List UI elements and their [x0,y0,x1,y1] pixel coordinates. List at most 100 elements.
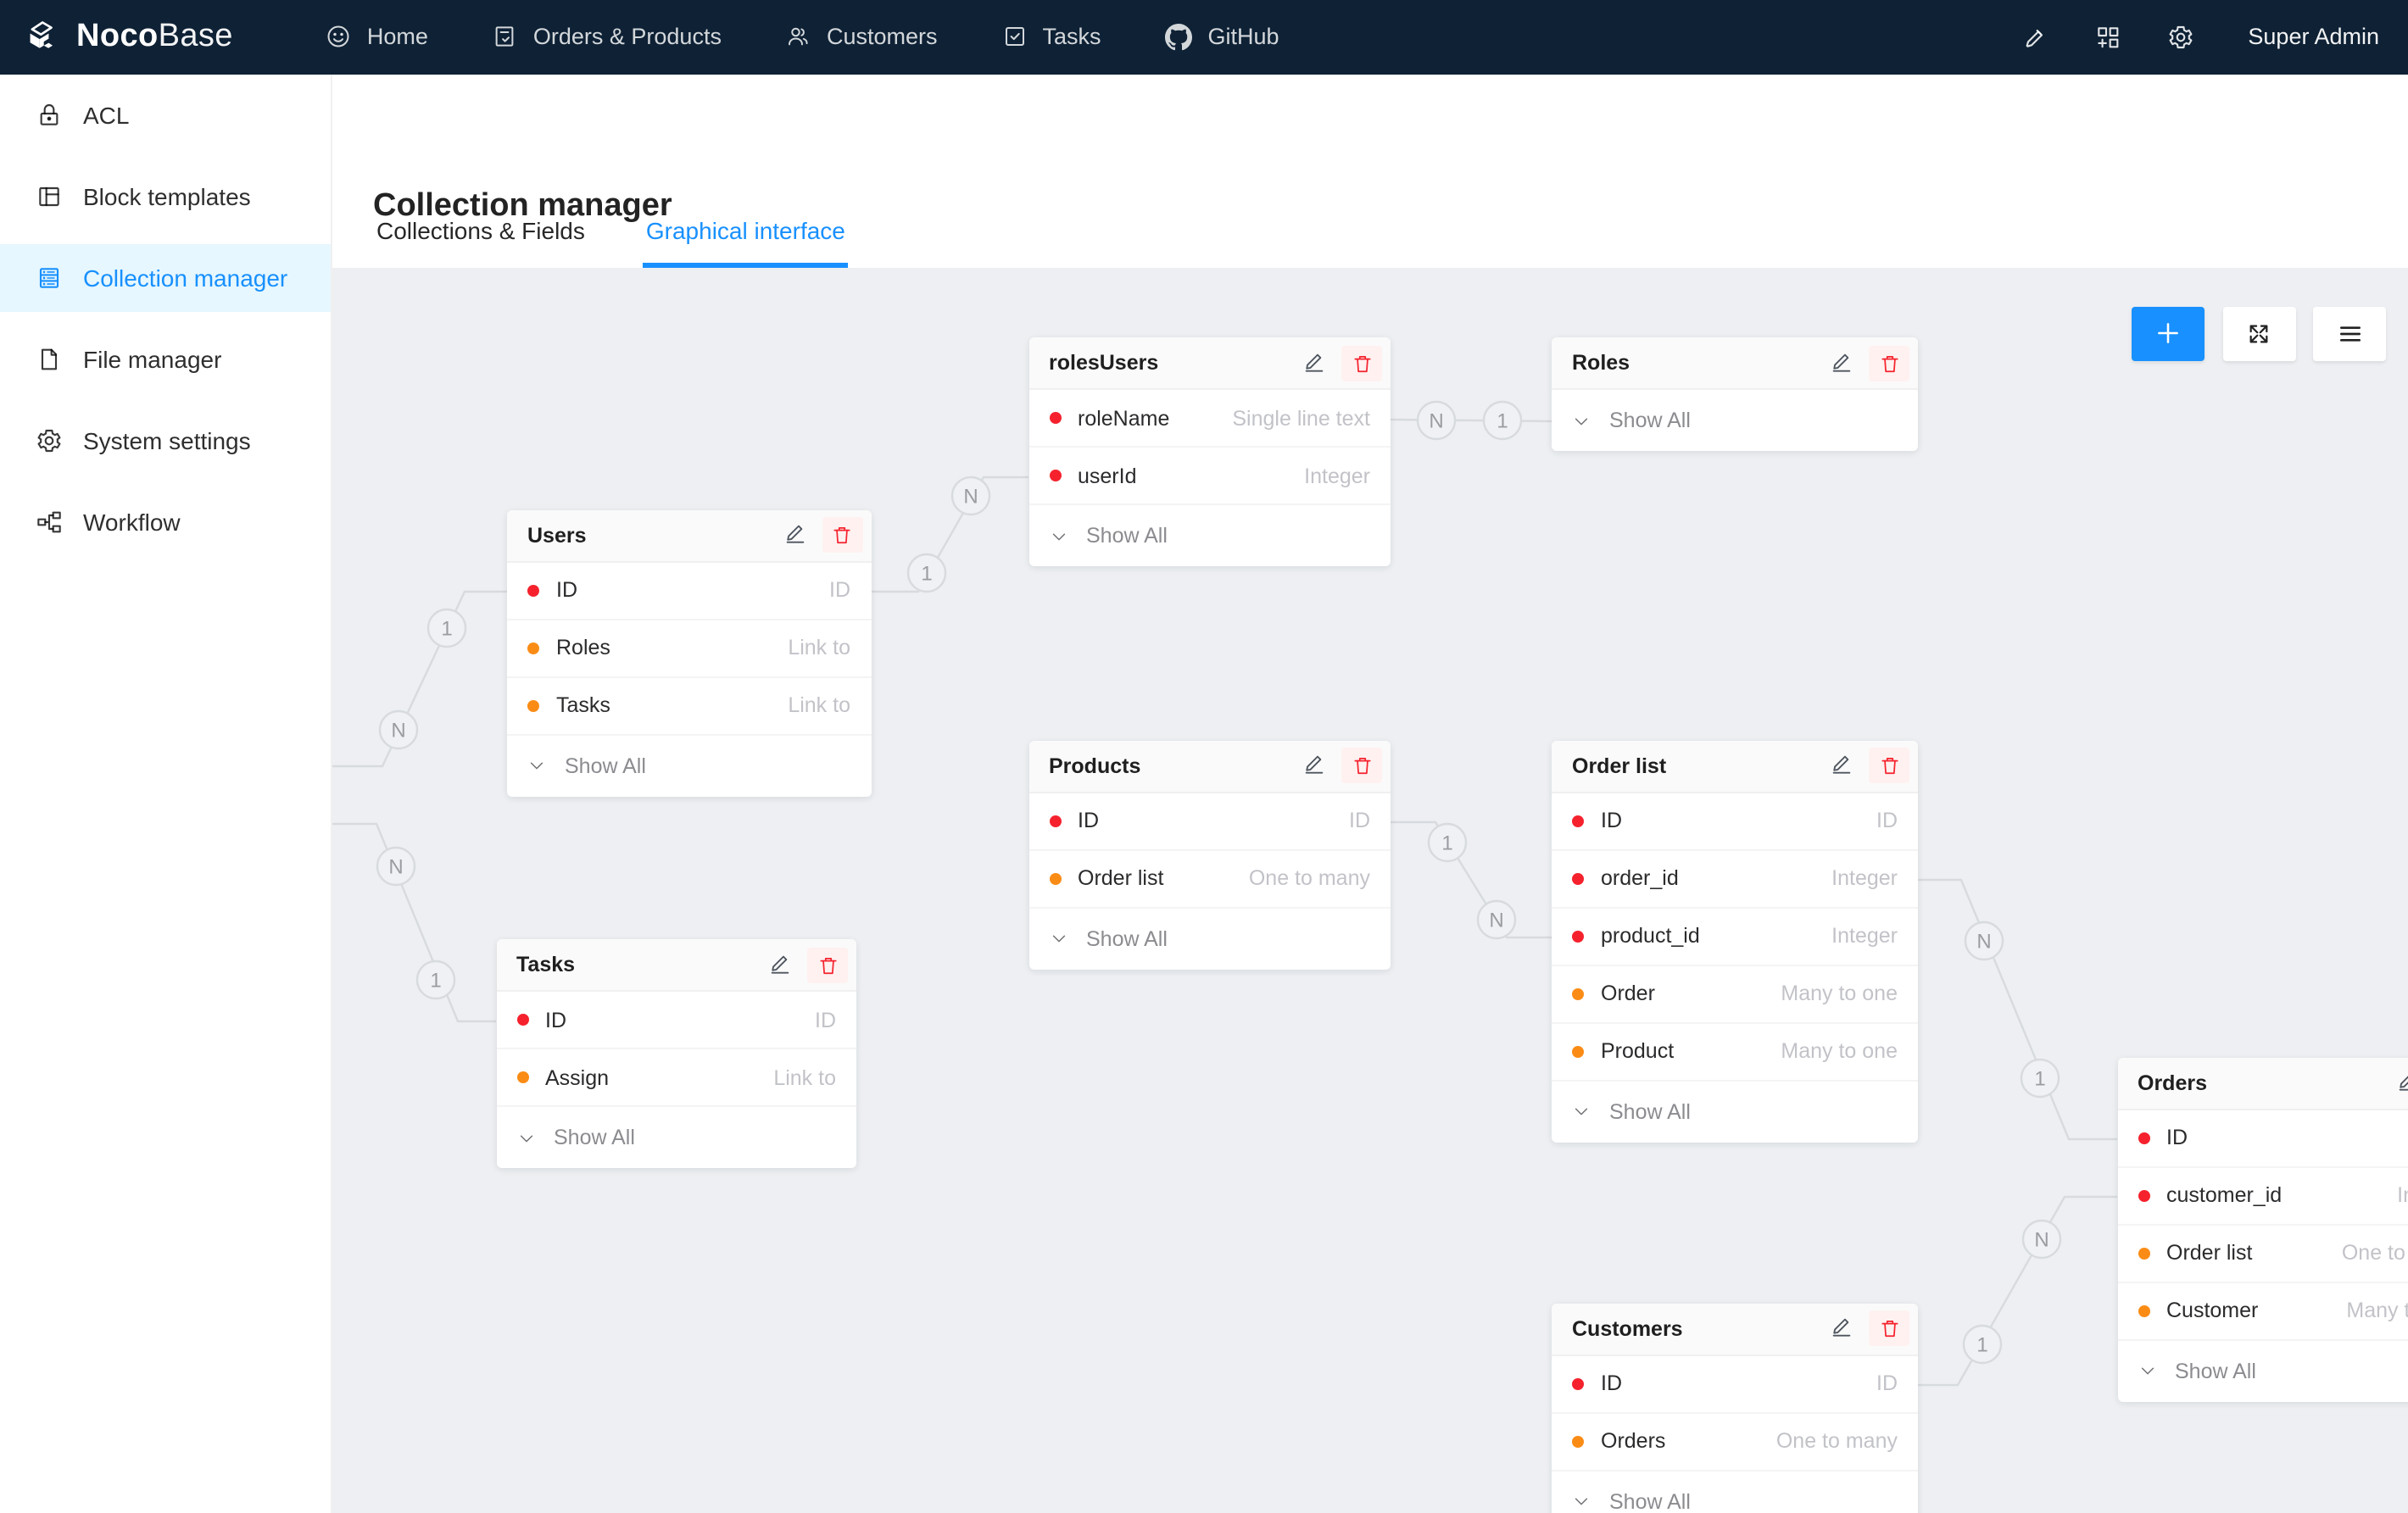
edit-collection-button[interactable] [1830,751,1853,780]
field-row-id[interactable]: IDID [1552,1355,1918,1413]
field-row-id[interactable]: IDID [1028,793,1391,850]
collection-card-orders[interactable]: OrdersIDcustomer_idIntegerOrder listOne … [2117,1057,2408,1401]
show-all-toggle[interactable]: Show All [496,1107,856,1168]
field-row-product-id[interactable]: product_idInteger [1552,908,1918,965]
field-row-orders[interactable]: OrdersOne to many [1552,1413,1918,1471]
show-all-toggle[interactable]: Show All [507,735,871,796]
red-field-dot-icon [1572,872,1584,884]
show-all-toggle[interactable]: Show All [1552,390,1918,451]
cardinality-label: 1 [1497,409,1508,432]
show-all-toggle[interactable]: Show All [1028,505,1391,566]
card-header[interactable]: Products [1028,740,1391,793]
field-row-product[interactable]: ProductMany to one [1552,1023,1918,1081]
nocobase-logo[interactable]: NocoBase [0,18,233,57]
card-header[interactable]: Roles [1552,337,1918,390]
nav-item-label: Tasks [1043,25,1101,50]
collection-card-customers[interactable]: CustomersIDIDOrdersOne to many Show All [1552,1303,1918,1513]
field-row-userid[interactable]: userIdInteger [1028,448,1391,505]
show-all-toggle[interactable]: Show All [1552,1471,1918,1513]
cardinality-label: N [391,719,405,742]
collection-card-rolesusers[interactable]: rolesUsersroleNameSingle line textuserId… [1028,337,1391,566]
card-header[interactable]: Customers [1552,1303,1918,1355]
red-field-dot-icon [1572,930,1584,942]
field-row-id[interactable]: IDID [496,992,856,1049]
edit-icon [768,950,792,974]
nav-item-tasks[interactable]: Tasks [970,0,1134,74]
expand-icon [2247,322,2271,346]
field-row-customer[interactable]: CustomerMany to one [2117,1282,2408,1340]
field-type: ID [1876,809,1898,832]
field-row-tasks[interactable]: TasksLink to [507,677,871,735]
add-block-icon[interactable] [2093,24,2121,51]
field-row-id[interactable]: IDID [1552,793,1918,850]
tab-graphical-interface[interactable]: Graphical interface [643,196,849,267]
field-type: Single line text [1232,406,1370,430]
edit-collection-button[interactable] [2395,1068,2408,1097]
tasks-icon [1002,25,1028,50]
edit-collection-button[interactable] [1830,348,1853,377]
canvas-toolbar [2132,307,2386,360]
collection-card-roles[interactable]: RolesShow All [1552,337,1918,451]
collection-card-tasks[interactable]: TasksIDIDAssignLink toShow All [496,939,856,1168]
sidebar-item-block-templates[interactable]: Block templates [0,162,331,230]
field-row-customer-id[interactable]: customer_idInteger [2117,1167,2408,1225]
delete-collection-button[interactable] [1869,748,1909,783]
current-user[interactable]: Super Admin [2248,25,2379,50]
relation-edge [1391,419,1552,420]
card-header[interactable]: rolesUsers [1028,337,1391,390]
field-row-order[interactable]: OrderMany to one [1552,965,1918,1023]
field-row-roles[interactable]: RolesLink to [507,620,871,677]
show-all-toggle[interactable]: Show All [1028,908,1391,969]
delete-collection-button[interactable] [1341,748,1382,783]
sidebar-item-workflow[interactable]: Workflow [0,487,331,555]
edit-collection-button[interactable] [1302,751,1326,780]
collection-card-order-list[interactable]: Order listIDIDorder_idIntegerproduct_idI… [1552,740,1918,1142]
nav-item-github[interactable]: GitHub [1134,0,1312,74]
nav-item-orders-products[interactable]: Orders & Products [460,0,754,74]
sidebar-item-acl[interactable]: ACL [0,81,331,148]
collection-card-users[interactable]: UsersIDIDRolesLink toTasksLink toShow Al… [507,509,871,796]
show-all-toggle[interactable]: Show All [1552,1081,1918,1142]
collection-card-products[interactable]: ProductsIDIDOrder listOne to manyShow Al… [1028,740,1391,969]
field-row-rolename[interactable]: roleNameSingle line text [1028,390,1391,448]
card-header[interactable]: Orders [2117,1057,2408,1110]
tab-collections-fields[interactable]: Collections & Fields [373,196,588,267]
delete-collection-button[interactable] [1341,345,1382,381]
delete-collection-button[interactable] [1869,1310,1909,1346]
nav-item-home[interactable]: Home [294,0,460,74]
card-header[interactable]: Order list [1552,740,1918,793]
edit-collection-button[interactable] [783,520,806,549]
edit-collection-button[interactable] [1830,1314,1853,1343]
fullscreen-button[interactable] [2222,307,2295,360]
plus-icon [2154,320,2182,348]
field-name: Order list [2166,1241,2342,1265]
sidebar-item-file-manager[interactable]: File manager [0,325,331,392]
field-type: ID [815,1008,836,1032]
delete-collection-button[interactable] [1869,345,1909,381]
field-row-id[interactable]: IDID [507,562,871,620]
show-all-label: Show All [1086,524,1168,548]
field-type: Integer [1304,464,1370,487]
field-row-assign[interactable]: AssignLink to [496,1049,856,1107]
graph-canvas[interactable]: 1NN11NN11NN1N1 rolesUsersroleNameSingle … [332,267,2408,1513]
field-row-id[interactable]: ID [2117,1110,2408,1167]
settings-gear-icon[interactable] [2166,24,2193,51]
edit-collection-button[interactable] [1302,348,1326,377]
nav-item-label: Customers [827,25,938,50]
nav-item-customers[interactable]: Customers [754,0,970,74]
delete-collection-button[interactable] [807,947,848,982]
highlighter-icon[interactable] [2021,24,2048,51]
card-header[interactable]: Tasks [496,939,856,992]
graph-menu-button[interactable] [2313,307,2386,360]
sidebar-item-system-settings[interactable]: System settings [0,406,331,474]
edit-collection-button[interactable] [768,950,792,979]
show-all-toggle[interactable]: Show All [2117,1340,2408,1401]
show-all-label: Show All [1609,1489,1691,1513]
delete-collection-button[interactable] [822,517,862,553]
add-collection-button[interactable] [2132,307,2205,360]
card-header[interactable]: Users [507,509,871,562]
field-row-order-list[interactable]: Order listOne to many [2117,1225,2408,1282]
sidebar-item-collection-manager[interactable]: Collection manager [0,243,331,311]
field-row-order-list[interactable]: Order listOne to many [1028,850,1391,908]
field-row-order-id[interactable]: order_idInteger [1552,850,1918,908]
